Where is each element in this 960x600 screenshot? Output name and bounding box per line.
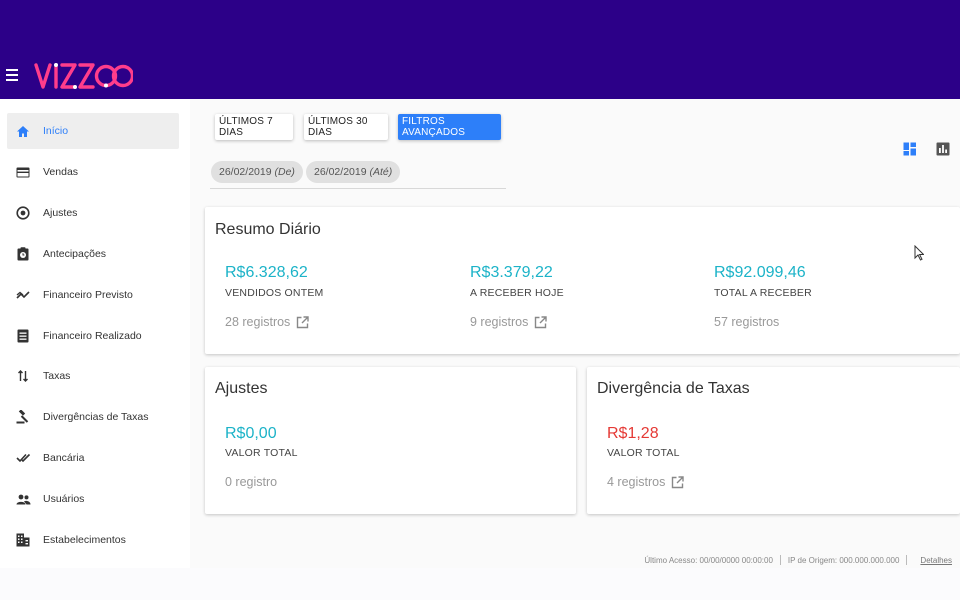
summary-value: R$3.379,22 (470, 264, 553, 281)
clipboard-clock-icon (15, 246, 31, 262)
last-30-days-button[interactable]: ÚLTIMOS 30 DIAS (304, 114, 388, 140)
sidebar-item-antecipacoes[interactable]: Antecipações (7, 236, 179, 272)
records-count: 4 registros (607, 475, 666, 489)
last-access: Último Acesso: 00/00/0000 00:00:00 (644, 555, 773, 565)
details-link[interactable]: Detalhes (920, 556, 952, 565)
sidebar-item-label: Financeiro Previsto (43, 289, 133, 301)
sidebar-item-label: Financeiro Realizado (43, 330, 142, 342)
dashboard-icon[interactable] (903, 142, 917, 156)
summary-label: TOTAL A RECEBER (714, 287, 812, 299)
summary-label: VENDIDOS ONTEM (225, 287, 324, 299)
home-icon (15, 123, 31, 139)
mouse-cursor-icon (914, 245, 924, 261)
records-count: 28 registros (225, 315, 291, 329)
footer-separator (906, 555, 908, 565)
people-icon (15, 491, 31, 507)
sidebar-item-label: Ajustes (43, 207, 78, 219)
open-external-icon[interactable] (671, 475, 685, 489)
sidebar-item-divergencias[interactable]: Divergências de Taxas (7, 399, 179, 435)
date-from-value: 26/02/2019 (219, 166, 272, 178)
footer-separator (779, 555, 781, 565)
sidebar-item-label: Taxas (43, 370, 71, 382)
date-to-suffix: (Até) (369, 166, 393, 178)
bottom-strip (0, 568, 960, 600)
date-from-chip[interactable]: 26/02/2019 (De) (211, 161, 303, 183)
sidebar-item-label: Divergências de Taxas (43, 411, 149, 423)
records-count: 0 registro (225, 475, 278, 489)
daily-summary-card: Resumo Diário R$6.328,62 VENDIDOS ONTEM … (205, 207, 960, 354)
sidebar-item-usuarios[interactable]: Usuários (7, 481, 179, 517)
vizzoo-logo[interactable] (33, 61, 133, 91)
gavel-icon (15, 409, 31, 425)
app-header (0, 0, 960, 99)
open-external-icon[interactable] (534, 315, 548, 329)
sidebar-item-label: Antecipações (43, 248, 107, 260)
card-title: Ajustes (215, 380, 268, 397)
summary-records: 57 registros (714, 315, 779, 329)
date-to-chip[interactable]: 26/02/2019 (Até) (306, 161, 401, 183)
summary-value: R$6.328,62 (225, 264, 308, 281)
swap-vertical-icon (15, 368, 31, 384)
credit-card-icon (15, 164, 31, 180)
sidebar-item-ajustes[interactable]: Ajustes (7, 195, 179, 231)
records-count: 9 registros (470, 315, 529, 329)
rate-divergence-card: Divergência de Taxas R$1,28 VALOR TOTAL … (587, 367, 960, 514)
divergence-records: 4 registros (607, 475, 685, 489)
sidebar-item-bancaria[interactable]: Bancária (7, 440, 179, 476)
card-title: Resumo Diário (215, 221, 321, 238)
summary-records: 28 registros (225, 315, 310, 329)
building-icon (15, 532, 31, 548)
adjustments-label: VALOR TOTAL (225, 447, 298, 459)
origin-ip: IP de Origem: 000.000.000.000 (787, 555, 900, 565)
summary-value: R$92.099,46 (714, 264, 806, 281)
sidebar-item-label: Usuários (43, 493, 85, 505)
sidebar-item-label: Estabelecimentos (43, 534, 126, 546)
last-7-days-button[interactable]: ÚLTIMOS 7 DIAS (215, 114, 293, 140)
divergence-label: VALOR TOTAL (607, 447, 680, 459)
sidebar-item-label: Bancária (43, 452, 85, 464)
receipt-icon (15, 328, 31, 344)
sidebar: Início Vendas Ajustes Antecipações Finan… (0, 99, 190, 569)
adjustments-card: Ajustes R$0,00 VALOR TOTAL 0 registro (205, 367, 576, 514)
target-icon (15, 205, 31, 221)
adjustments-value: R$0,00 (225, 425, 277, 442)
sidebar-item-financeiro-realizado[interactable]: Financeiro Realizado (7, 318, 179, 354)
sidebar-item-taxas[interactable]: Taxas (7, 358, 179, 394)
records-count: 57 registros (714, 315, 780, 329)
summary-label: A RECEBER HOJE (470, 287, 564, 299)
trending-icon (15, 287, 31, 303)
divider (210, 188, 506, 189)
date-from-suffix: (De) (274, 166, 295, 178)
open-external-icon[interactable] (296, 315, 310, 329)
footer: Último Acesso: 00/00/0000 00:00:00 IP de… (644, 555, 952, 565)
divergence-value: R$1,28 (607, 425, 659, 442)
sidebar-item-label: Vendas (43, 166, 79, 178)
advanced-filters-button[interactable]: FILTROS AVANÇADOS (398, 114, 501, 140)
sidebar-item-estabelecimentos[interactable]: Estabelecimentos (7, 522, 179, 558)
menu-icon[interactable] (6, 69, 19, 81)
double-check-icon (15, 450, 31, 466)
sidebar-item-label: Início (43, 125, 69, 137)
sidebar-item-financeiro-previsto[interactable]: Financeiro Previsto (7, 277, 179, 313)
date-to-value: 26/02/2019 (314, 166, 367, 178)
card-title: Divergência de Taxas (597, 380, 750, 397)
sidebar-item-inicio[interactable]: Início (7, 113, 179, 149)
summary-records: 9 registros (470, 315, 548, 329)
bar-chart-icon[interactable] (936, 142, 950, 156)
sidebar-item-vendas[interactable]: Vendas (7, 154, 179, 190)
